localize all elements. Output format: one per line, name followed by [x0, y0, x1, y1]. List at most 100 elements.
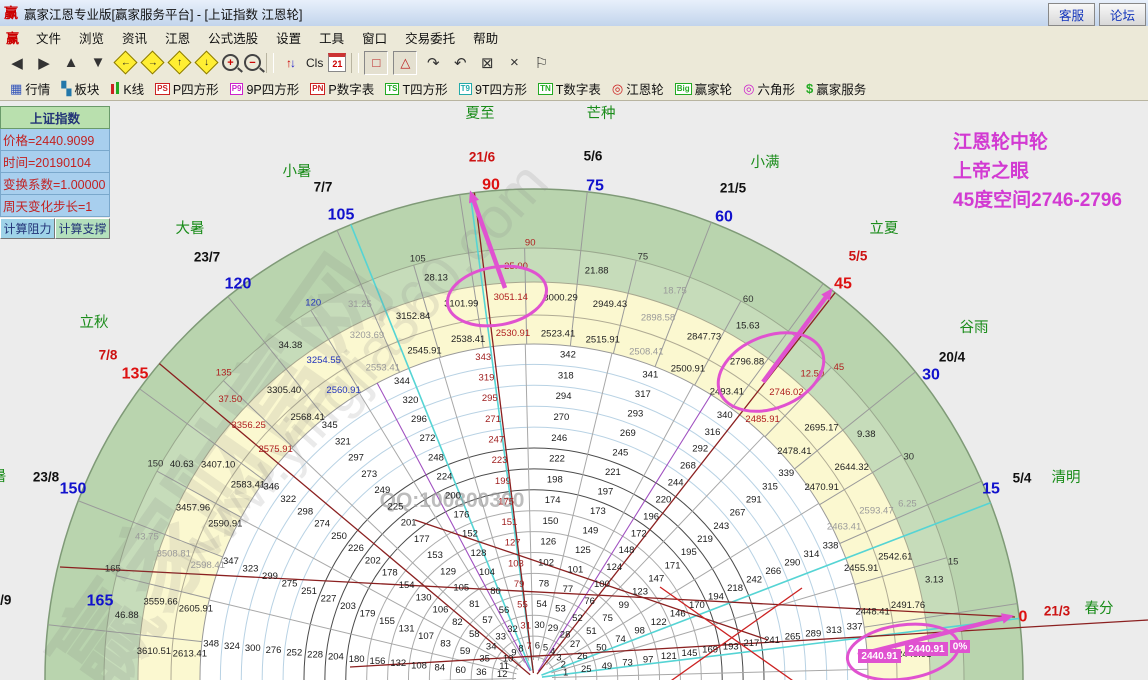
svg-text:339: 339 — [778, 468, 794, 479]
view-9t-square[interactable]: T99T四方形 — [455, 78, 531, 99]
parameter-row-1: 时间=20190104 — [0, 151, 110, 173]
svg-text:27: 27 — [570, 639, 581, 650]
kline-label: K线 — [123, 79, 144, 98]
svg-text:266: 266 — [765, 566, 781, 577]
solar-term-label: 芒种 — [587, 105, 616, 122]
calendar-icon[interactable]: 21 — [328, 53, 346, 72]
degree-label: 0 — [1019, 609, 1028, 626]
svg-text:319: 319 — [479, 373, 495, 384]
t-table-icon: TN — [538, 83, 553, 95]
svg-text:6: 6 — [535, 641, 540, 652]
nav-down-icon[interactable]: ▼ — [87, 52, 109, 74]
svg-text:4: 4 — [550, 647, 555, 658]
svg-text:195: 195 — [681, 547, 697, 558]
title-bar: 赢 赢家江恩专业版[赢家服务平台] - [上证指数 江恩轮] 客服 论坛 — [0, 0, 1148, 27]
svg-text:2455.91: 2455.91 — [844, 563, 878, 574]
menu-item-6[interactable]: 工具 — [310, 30, 353, 48]
solar-term-label: 处暑 — [0, 468, 7, 485]
nav-up-icon[interactable]: ▲ — [60, 52, 82, 74]
degree-label: 150 — [60, 481, 87, 498]
svg-text:121: 121 — [661, 651, 677, 662]
solar-term-label: 谷雨 — [960, 319, 989, 336]
svg-text:297: 297 — [348, 453, 364, 464]
svg-text:147: 147 — [648, 573, 664, 584]
svg-text:2796.88: 2796.88 — [730, 357, 764, 368]
svg-text:3356.25: 3356.25 — [231, 420, 265, 431]
svg-text:227: 227 — [321, 594, 337, 605]
view-kline[interactable]: K线 — [106, 78, 148, 99]
solar-term-label: 小暑 — [283, 163, 312, 180]
view-sectors[interactable]: ▚板块 — [57, 78, 103, 99]
forum-button[interactable]: 论坛 — [1099, 3, 1146, 26]
p-square-label: P四方形 — [173, 79, 219, 98]
pan-left-icon[interactable]: ← — [114, 52, 136, 74]
view-gann-wheel[interactable]: ◎江恩轮 — [608, 78, 668, 99]
rotate-ccw-icon[interactable]: ↶ — [449, 52, 471, 74]
sort-updown-icon[interactable]: ↑↓ — [279, 52, 301, 74]
menu-item-8[interactable]: 交易委托 — [396, 30, 464, 48]
svg-text:315: 315 — [762, 481, 778, 492]
zoom-out-icon[interactable]: − — [244, 54, 261, 71]
view-9p-square[interactable]: P99P四方形 — [226, 78, 304, 99]
svg-text:150: 150 — [147, 458, 163, 469]
view-t-square[interactable]: TST四方形 — [381, 78, 451, 99]
degree-label: 120 — [225, 276, 252, 293]
menu-item-5[interactable]: 设置 — [267, 30, 310, 48]
draw-square-icon[interactable]: □ — [364, 51, 388, 75]
svg-text:145: 145 — [682, 648, 698, 659]
date-label: 23/7 — [194, 250, 220, 265]
parameter-row-2: 变换系数=1.00000 — [0, 173, 110, 195]
svg-text:36: 36 — [476, 667, 487, 678]
zoom-in-icon[interactable]: + — [222, 54, 239, 71]
svg-text:171: 171 — [665, 560, 681, 571]
nav-left-icon[interactable]: ◀ — [6, 52, 28, 74]
svg-text:76: 76 — [584, 596, 595, 607]
p-table-icon: PN — [310, 83, 325, 95]
menu-item-4[interactable]: 公式选股 — [199, 30, 267, 48]
view-winner-service[interactable]: $赢家服务 — [802, 78, 870, 99]
pan-down-icon[interactable]: ↓ — [195, 52, 217, 74]
svg-text:101: 101 — [567, 565, 583, 576]
view-p-square[interactable]: PSP四方形 — [151, 78, 223, 99]
customer-service-button[interactable]: 客服 — [1048, 3, 1095, 26]
nav-right-icon[interactable]: ▶ — [33, 52, 55, 74]
menu-item-3[interactable]: 江恩 — [156, 30, 199, 48]
svg-text:30: 30 — [534, 620, 545, 631]
svg-text:84: 84 — [435, 663, 446, 674]
calc-resistance-button[interactable]: 计算阻力 — [0, 218, 55, 239]
clear-flag-icon[interactable]: ⚐ — [530, 52, 552, 74]
svg-text:60: 60 — [455, 665, 466, 676]
view-winner-wheel[interactable]: Big赢家轮 — [671, 78, 736, 99]
view-quotes[interactable]: ▦行情 — [6, 78, 54, 99]
date-label: 21/3 — [1044, 604, 1071, 619]
svg-text:299: 299 — [262, 571, 278, 582]
menu-item-1[interactable]: 浏览 — [70, 30, 113, 48]
pan-right-icon[interactable]: → — [141, 52, 163, 74]
cls-icon[interactable]: Cls — [306, 52, 323, 74]
menu-item-7[interactable]: 窗口 — [353, 30, 396, 48]
view-hexagon[interactable]: ◎六角形 — [739, 78, 799, 99]
svg-text:149: 149 — [582, 526, 598, 537]
crosshair-icon[interactable]: × — [503, 52, 525, 74]
svg-text:6.25: 6.25 — [898, 498, 917, 509]
svg-text:174: 174 — [545, 495, 561, 506]
menu-item-0[interactable]: 文件 — [27, 30, 70, 48]
menu-item-9[interactable]: 帮助 — [464, 30, 507, 48]
svg-text:316: 316 — [705, 427, 721, 438]
box-select-icon[interactable]: ⊠ — [476, 52, 498, 74]
view-p-table[interactable]: PNP数字表 — [306, 78, 378, 99]
calc-support-button[interactable]: 计算支撑 — [55, 218, 110, 239]
view-t-table[interactable]: TNT数字表 — [534, 78, 605, 99]
menu-item-2[interactable]: 资讯 — [113, 30, 156, 48]
svg-text:125: 125 — [575, 545, 591, 556]
date-label: 7/7 — [314, 180, 333, 195]
t-square-label: T四方形 — [402, 79, 447, 98]
pan-up-icon[interactable]: ↑ — [168, 52, 190, 74]
svg-text:2523.41: 2523.41 — [541, 328, 575, 339]
svg-text:75: 75 — [638, 251, 649, 262]
draw-triangle-icon[interactable]: △ — [393, 51, 417, 75]
rotate-cw-icon[interactable]: ↷ — [422, 52, 444, 74]
svg-text:35: 35 — [479, 654, 490, 665]
svg-text:154: 154 — [399, 580, 415, 591]
svg-text:2575.91: 2575.91 — [258, 444, 292, 455]
